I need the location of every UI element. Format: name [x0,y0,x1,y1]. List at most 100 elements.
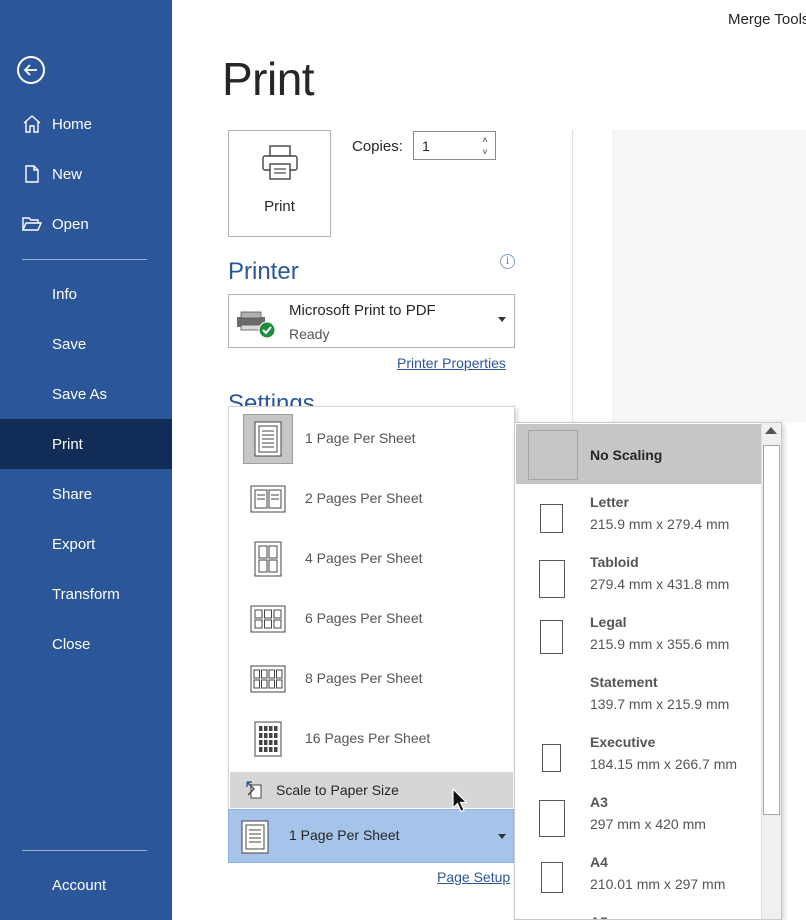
back-arrow-icon [23,64,37,76]
paper-size-option[interactable]: A3 297 mm x 420 mm [516,784,761,844]
nav-export[interactable]: Export [0,519,172,569]
nav-save[interactable]: Save [0,319,172,369]
paper-size-dimensions: 297 mm x 420 mm [590,816,706,832]
nav-label: Home [52,115,93,133]
paper-size-scrollbar[interactable] [761,423,781,919]
pages-per-sheet-label: 1 Page Per Sheet [305,430,416,446]
copies-label: Copies: [352,138,403,155]
paper-size-menu: No Scaling Letter 215.9 mm x 279.4 mm Ta… [514,422,782,920]
letter-page-icon [528,490,578,540]
copies-input[interactable]: 1 [422,138,430,154]
preview-divider [572,130,573,422]
executive-page-icon [528,730,578,780]
printer-status: Ready [289,326,330,342]
printer-select[interactable]: Microsoft Print to PDF Ready [228,294,515,348]
one-page-icon [243,414,293,464]
paper-size-option[interactable]: Letter 215.9 mm x 279.4 mm [516,484,761,544]
nav-label: Save As [52,385,108,403]
nav-home[interactable]: Home [0,99,172,149]
paper-size-dimensions: 139.7 mm x 215.9 mm [590,696,730,712]
nav-label: Save [52,335,87,353]
paper-size-name: Statement [590,674,658,690]
legal-page-icon [528,610,578,660]
nav-label: Export [52,535,96,553]
nav-divider [22,259,147,260]
spin-down-icon[interactable]: ˅ [479,146,491,158]
pages-per-sheet-label: 2 Pages Per Sheet [305,490,423,506]
six-pages-icon [243,594,293,644]
nav-save-as[interactable]: Save As [0,369,172,419]
pages-per-sheet-option[interactable]: 6 Pages Per Sheet [229,587,514,647]
printer-ready-icon [237,311,275,339]
paper-size-dimensions: 215.9 mm x 279.4 mm [590,516,730,532]
paper-size-dimensions: 279.4 mm x 431.8 mm [590,576,730,592]
pages-per-sheet-menu: 1 Page Per Sheet 2 Pages Per Sheet 4 Pag… [228,406,515,810]
nav-label: Transform [52,585,120,603]
paper-size-option[interactable]: Statement 139.7 mm x 215.9 mm [516,664,761,724]
paper-size-name: A4 [590,854,608,870]
paper-size-option[interactable]: A5 [516,904,761,919]
scale-to-paper-size-label: Scale to Paper Size [276,782,399,798]
nav-account[interactable]: Account [0,860,172,910]
paper-size-name: Legal [590,614,627,630]
statement-page-icon [528,670,578,720]
pages-per-sheet-label: 6 Pages Per Sheet [305,610,423,626]
print-button[interactable]: Print [228,130,331,237]
nav-label: Info [52,285,78,303]
paper-size-option[interactable]: No Scaling [516,424,761,484]
mouse-cursor-icon [452,788,468,813]
nav-label: Close [52,635,91,653]
pages-per-sheet-value: 1 Page Per Sheet [289,827,400,843]
pages-per-sheet-label: 8 Pages Per Sheet [305,670,423,686]
nav-info[interactable]: Info [0,269,172,319]
page-setup-link[interactable]: Page Setup [437,869,510,885]
sixteen-pages-icon [243,714,293,764]
copies-stepper[interactable]: 1 ˄ ˅ [413,131,496,160]
paper-size-name: Tabloid [590,554,639,570]
chevron-down-icon[interactable] [498,317,506,322]
paper-size-option[interactable]: Tabloid 279.4 mm x 431.8 mm [516,544,761,604]
nav-transform[interactable]: Transform [0,569,172,619]
chevron-right-icon [247,782,255,796]
page-title: Print [222,53,315,105]
paper-size-name: No Scaling [590,447,663,463]
printer-icon [262,145,298,180]
paper-size-name: A3 [590,794,608,810]
pages-per-sheet-option[interactable]: 2 Pages Per Sheet [229,467,514,527]
pages-per-sheet-select[interactable]: 1 Page Per Sheet [228,809,515,863]
merge-tools-label[interactable]: Merge Tools [728,11,806,28]
nav-label: Account [52,876,107,894]
scale-to-paper-size-item[interactable]: Scale to Paper Size [230,772,513,808]
info-icon[interactable]: i [500,254,515,269]
paper-size-name: A5 [590,914,608,919]
back-button[interactable] [17,56,45,84]
no-scaling-icon [528,430,578,480]
printer-properties-link[interactable]: Printer Properties [397,355,506,371]
pages-per-sheet-option[interactable]: 16 Pages Per Sheet [229,707,514,767]
pages-per-sheet-option[interactable]: 4 Pages Per Sheet [229,527,514,587]
paper-size-option[interactable]: Executive 184.15 mm x 266.7 mm [516,724,761,784]
paper-size-option[interactable]: Legal 215.9 mm x 355.6 mm [516,604,761,664]
four-pages-icon [243,534,293,584]
chevron-down-icon[interactable] [498,834,506,839]
paper-size-option[interactable]: A4 210.01 mm x 297 mm [516,844,761,904]
scroll-up-icon[interactable] [765,427,777,434]
scrollbar-thumb[interactable] [763,445,780,815]
nav-close[interactable]: Close [0,619,172,669]
nav-share[interactable]: Share [0,469,172,519]
nav-label: Print [52,435,83,453]
backstage-sidebar: Home New Open Info Save Save As Print Sh… [0,0,172,920]
eight-pages-icon [243,654,293,704]
printer-name: Microsoft Print to PDF [289,302,436,319]
nav-print[interactable]: Print [0,419,172,469]
pages-per-sheet-option[interactable]: 1 Page Per Sheet [229,407,514,467]
a4-page-icon [528,850,578,900]
pages-per-sheet-option[interactable]: 8 Pages Per Sheet [229,647,514,707]
copies-spin-buttons[interactable]: ˄ ˅ [479,134,491,158]
print-preview [612,130,806,422]
spin-up-icon[interactable]: ˄ [479,134,491,146]
nav-new[interactable]: New [0,149,172,199]
new-document-icon [25,165,39,183]
nav-open[interactable]: Open [0,199,172,249]
nav-label: New [52,165,83,183]
